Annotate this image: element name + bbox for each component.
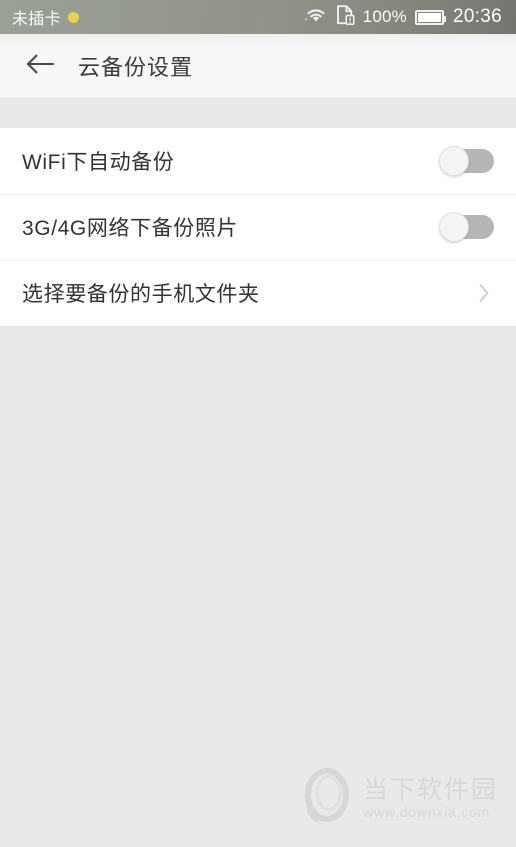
settings-row-select-backup-folders[interactable]: 选择要备份的手机文件夹 bbox=[0, 260, 516, 326]
page-title: 云备份设置 bbox=[78, 55, 194, 80]
mobile-data-photo-backup-toggle[interactable] bbox=[439, 212, 494, 242]
sim-status-text: 未插卡 bbox=[12, 11, 61, 28]
status-bar-left: 未插卡 bbox=[12, 5, 304, 29]
status-bar: 未插卡 100% 20:36 bbox=[0, 0, 516, 34]
status-bar-right: 100% 20:36 bbox=[304, 4, 502, 30]
settings-row-label: WiFi下自动备份 bbox=[22, 151, 175, 174]
watermark: 当下软件园 www.downxia.com bbox=[301, 768, 498, 829]
content-top-gap bbox=[0, 98, 516, 128]
arrow-left-icon bbox=[25, 52, 55, 81]
settings-row-label: 选择要备份的手机文件夹 bbox=[22, 283, 260, 306]
phone-screen: 未插卡 100% 20:36 云备份设置 WiFi下自动备份 3G/4G网络下备… bbox=[0, 0, 516, 847]
battery-full-icon bbox=[414, 9, 446, 25]
settings-row-mobile-data-photo-backup[interactable]: 3G/4G网络下备份照片 bbox=[0, 194, 516, 260]
chevron-right-icon[interactable] bbox=[474, 279, 494, 307]
settings-row-label: 3G/4G网络下备份照片 bbox=[22, 217, 239, 240]
watermark-site-name: 当下软件园 bbox=[362, 776, 498, 805]
status-bar-clock: 20:36 bbox=[452, 6, 502, 27]
sd-card-warning-icon bbox=[336, 4, 355, 30]
downxia-logo-icon bbox=[301, 768, 353, 829]
wifi-auto-backup-toggle[interactable] bbox=[439, 146, 494, 176]
settings-row-wifi-auto-backup[interactable]: WiFi下自动备份 bbox=[0, 128, 516, 194]
watermark-text: 当下软件园 www.downxia.com bbox=[363, 777, 498, 820]
app-bar: 云备份设置 bbox=[0, 34, 516, 98]
dot-indicator-icon bbox=[67, 11, 79, 23]
empty-content-area: 当下软件园 www.downxia.com bbox=[0, 326, 516, 847]
back-button[interactable] bbox=[18, 44, 62, 88]
wifi-icon bbox=[304, 6, 328, 29]
settings-list: WiFi下自动备份 3G/4G网络下备份照片 选择要备份的手机文件夹 bbox=[0, 128, 516, 326]
toggle-knob bbox=[439, 146, 469, 176]
toggle-knob bbox=[439, 212, 469, 242]
battery-percent-label: 100% bbox=[362, 7, 407, 26]
watermark-url: www.downxia.com bbox=[362, 804, 491, 821]
